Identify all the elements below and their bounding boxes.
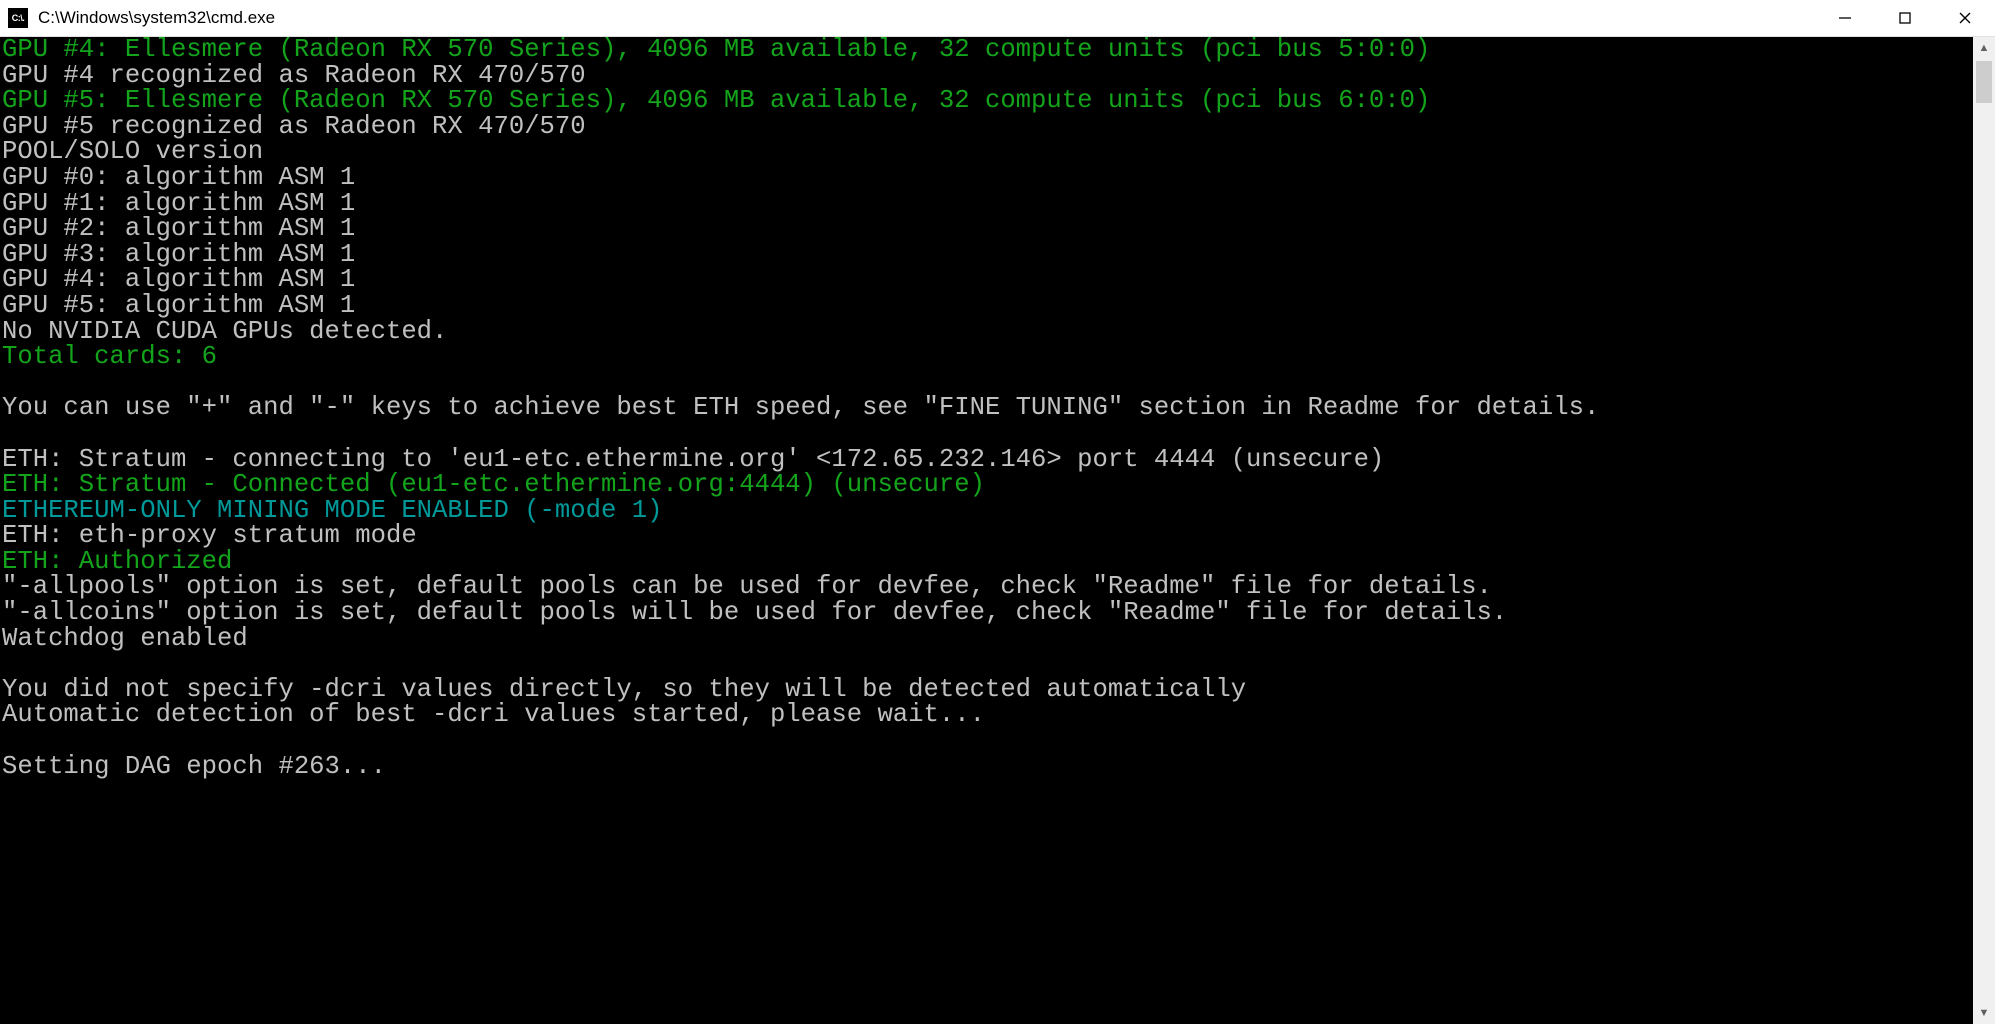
terminal-line: No NVIDIA CUDA GPUs detected. <box>2 319 1973 345</box>
terminal-line: POOL/SOLO version <box>2 139 1973 165</box>
minimize-button[interactable] <box>1815 0 1875 36</box>
terminal-line <box>2 651 1973 677</box>
terminal-line: GPU #5: Ellesmere (Radeon RX 570 Series)… <box>2 88 1973 114</box>
minimize-icon <box>1838 11 1852 25</box>
terminal-line: Automatic detection of best -dcri values… <box>2 702 1973 728</box>
window-controls <box>1815 0 1995 36</box>
terminal-line: GPU #1: algorithm ASM 1 <box>2 191 1973 217</box>
terminal-line: Total cards: 6 <box>2 344 1973 370</box>
maximize-icon <box>1898 11 1912 25</box>
cmd-icon: C:\. <box>8 8 28 28</box>
scroll-up-arrow-icon[interactable]: ▲ <box>1973 37 1995 59</box>
terminal-line: GPU #4 recognized as Radeon RX 470/570 <box>2 63 1973 89</box>
terminal-output[interactable]: GPU #4: Ellesmere (Radeon RX 570 Series)… <box>0 37 1973 1024</box>
terminal-line: GPU #4: Ellesmere (Radeon RX 570 Series)… <box>2 37 1973 63</box>
scrollbar[interactable]: ▲ ▼ <box>1973 37 1995 1024</box>
terminal-line: "-allpools" option is set, default pools… <box>2 574 1973 600</box>
scroll-thumb[interactable] <box>1976 61 1992 103</box>
terminal-line: ETH: Stratum - connecting to 'eu1-etc.et… <box>2 447 1973 473</box>
terminal-line: GPU #2: algorithm ASM 1 <box>2 216 1973 242</box>
terminal-line <box>2 728 1973 754</box>
close-button[interactable] <box>1935 0 1995 36</box>
terminal-line: GPU #5: algorithm ASM 1 <box>2 293 1973 319</box>
terminal-line: GPU #5 recognized as Radeon RX 470/570 <box>2 114 1973 140</box>
terminal-line: ETH: Stratum - Connected (eu1-etc.etherm… <box>2 472 1973 498</box>
terminal-container: GPU #4: Ellesmere (Radeon RX 570 Series)… <box>0 37 1995 1024</box>
terminal-line: "-allcoins" option is set, default pools… <box>2 600 1973 626</box>
terminal-line: GPU #4: algorithm ASM 1 <box>2 267 1973 293</box>
close-icon <box>1958 11 1972 25</box>
scroll-down-arrow-icon[interactable]: ▼ <box>1973 1002 1995 1024</box>
terminal-line: ETH: Authorized <box>2 549 1973 575</box>
window-titlebar[interactable]: C:\. C:\Windows\system32\cmd.exe <box>0 0 1995 37</box>
terminal-line: Setting DAG epoch #263... <box>2 754 1973 780</box>
terminal-line: ETH: eth-proxy stratum mode <box>2 523 1973 549</box>
terminal-line: GPU #0: algorithm ASM 1 <box>2 165 1973 191</box>
terminal-line: Watchdog enabled <box>2 626 1973 652</box>
terminal-line <box>2 370 1973 396</box>
terminal-line: You can use "+" and "-" keys to achieve … <box>2 395 1973 421</box>
terminal-line: GPU #3: algorithm ASM 1 <box>2 242 1973 268</box>
terminal-line: You did not specify -dcri values directl… <box>2 677 1973 703</box>
window-title: C:\Windows\system32\cmd.exe <box>38 8 275 28</box>
maximize-button[interactable] <box>1875 0 1935 36</box>
terminal-line: ETHEREUM-ONLY MINING MODE ENABLED (-mode… <box>2 498 1973 524</box>
terminal-line <box>2 421 1973 447</box>
